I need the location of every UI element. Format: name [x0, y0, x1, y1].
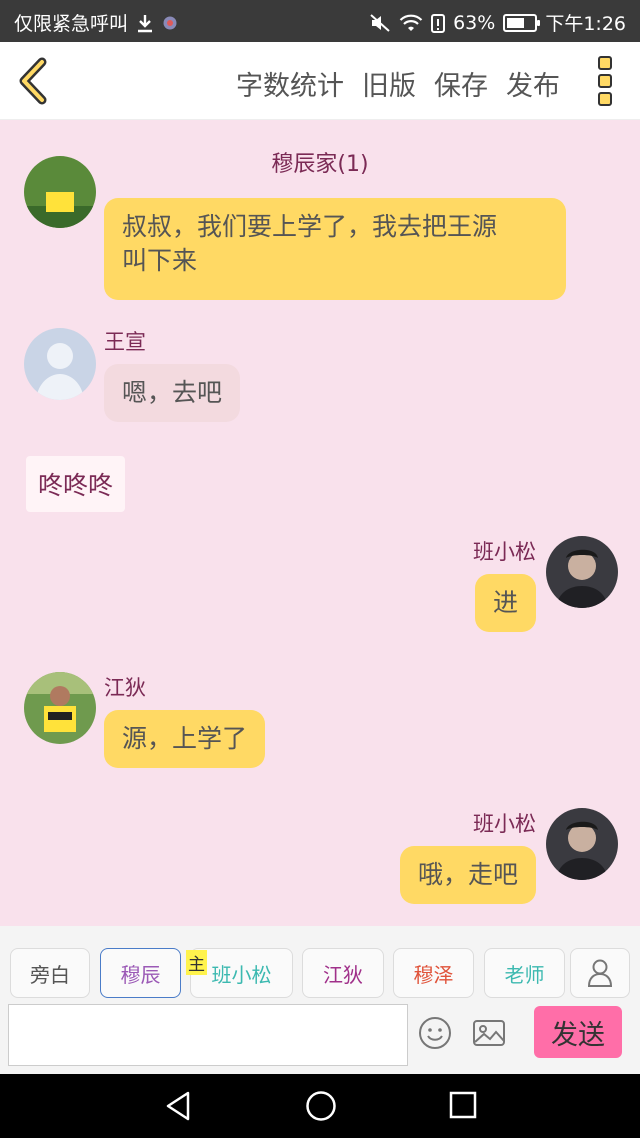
send-button[interactable]: 发送	[534, 1006, 622, 1058]
input-bar: 发送	[0, 1000, 640, 1074]
narration-text: 咚咚咚	[38, 471, 114, 500]
role-selector: 旁白 穆辰 班小松 主 江狄 穆泽 老师	[0, 926, 640, 1004]
message-text: 哦，走吧	[417, 860, 518, 889]
message-bubble: 嗯，去吧	[104, 364, 241, 422]
role-teacher[interactable]: 老师	[484, 948, 565, 998]
role-label: 穆泽	[413, 962, 454, 987]
sender-name: 江狄	[104, 676, 146, 700]
role-label: 班小松	[211, 962, 272, 987]
avatar[interactable]	[24, 156, 96, 228]
battery-fill	[507, 17, 524, 28]
avatar[interactable]	[546, 808, 618, 880]
message-bubble: 哦，走吧	[399, 846, 536, 904]
message-text: 嗯，去吧	[122, 378, 223, 407]
message-bubble: 进	[474, 574, 536, 632]
role-label: 旁白	[30, 962, 70, 987]
sender-name: 班小松	[473, 540, 536, 564]
avatar-placeholder[interactable]	[24, 328, 96, 400]
avatar[interactable]	[24, 672, 96, 744]
message-text: 进	[492, 588, 518, 617]
status-bar: 仅限紧急呼叫 63% 下午1:26	[0, 0, 640, 42]
save-button[interactable]: 保存	[434, 64, 488, 103]
more-vertical-icon[interactable]	[598, 56, 614, 106]
role-muze[interactable]: 穆泽	[393, 948, 474, 998]
old-version-button[interactable]: 旧版	[362, 64, 416, 103]
message-input[interactable]	[8, 1004, 408, 1066]
message-text-line: 叫下来	[122, 246, 198, 275]
recents-square-icon[interactable]	[449, 1090, 477, 1124]
nav-actions: 字数统计 旧版 保存 发布	[236, 64, 560, 103]
status-text: 仅限紧急呼叫	[14, 13, 129, 35]
publish-button[interactable]: 发布	[506, 64, 560, 103]
message-bubble: 源，上学了	[104, 710, 266, 768]
role-jiangdi[interactable]: 江狄	[302, 948, 384, 998]
message-bubble: 叔叔，我们要上学了，我去把王源 叫下来	[104, 198, 566, 300]
app-notification-icon	[162, 15, 178, 31]
mute-icon	[369, 13, 391, 33]
alert-battery-icon	[431, 13, 446, 33]
home-circle-icon[interactable]	[305, 1090, 337, 1126]
battery-icon	[503, 13, 541, 32]
image-icon[interactable]	[472, 1018, 506, 1052]
message-text: 源，上学了	[122, 724, 248, 753]
role-label: 江狄	[323, 962, 363, 987]
clock: 下午1:26	[545, 13, 626, 35]
main-role-tag: 主	[186, 950, 207, 975]
role-muchen[interactable]: 穆辰	[100, 948, 181, 998]
sender-name: 王宣	[104, 330, 146, 354]
chat-area[interactable]: 穆辰家(1) 叔叔，我们要上学了，我去把王源 叫下来 王宣 嗯，去吧 咚咚咚 班…	[0, 120, 640, 926]
role-label: 老师	[504, 962, 545, 987]
emoji-icon[interactable]	[418, 1016, 452, 1054]
download-icon	[136, 13, 154, 33]
sender-name: 班小松	[473, 812, 536, 836]
chat-title: 穆辰家(1)	[271, 152, 369, 177]
narration-bubble: 咚咚咚	[26, 456, 126, 512]
message-text-line: 叔叔，我们要上学了，我去把王源	[122, 212, 498, 241]
chevron-left-icon[interactable]	[14, 56, 54, 106]
role-narrator[interactable]: 旁白	[10, 948, 90, 998]
user-icon[interactable]	[570, 948, 630, 998]
wifi-icon	[399, 13, 423, 33]
word-count-button[interactable]: 字数统计	[236, 64, 344, 103]
role-label: 穆辰	[120, 962, 161, 987]
back-triangle-icon[interactable]	[164, 1090, 192, 1126]
top-navbar: 字数统计 旧版 保存 发布	[0, 42, 640, 120]
system-navigation-bar	[0, 1074, 640, 1138]
avatar[interactable]	[546, 536, 618, 608]
battery-percent: 63%	[453, 11, 496, 34]
